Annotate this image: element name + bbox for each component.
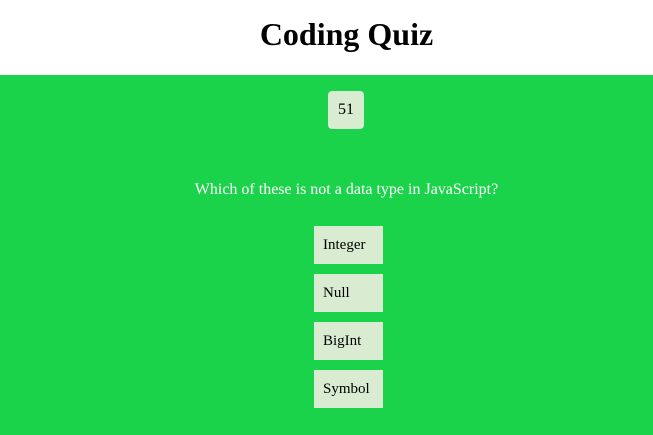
answer-list: Integer Null BigInt Symbol xyxy=(314,226,383,418)
answer-button-bigint[interactable]: BigInt xyxy=(314,322,383,360)
answer-button-null[interactable]: Null xyxy=(314,274,383,312)
answer-button-integer[interactable]: Integer xyxy=(314,226,383,264)
timer-display: 51 xyxy=(328,91,364,129)
question-text: Which of these is not a data type in Jav… xyxy=(194,181,499,198)
quiz-panel: 51 Which of these is not a data type in … xyxy=(0,75,653,435)
answer-button-symbol[interactable]: Symbol xyxy=(314,370,383,408)
page-title: Coding Quiz xyxy=(259,16,434,52)
header: Coding Quiz xyxy=(0,0,653,75)
